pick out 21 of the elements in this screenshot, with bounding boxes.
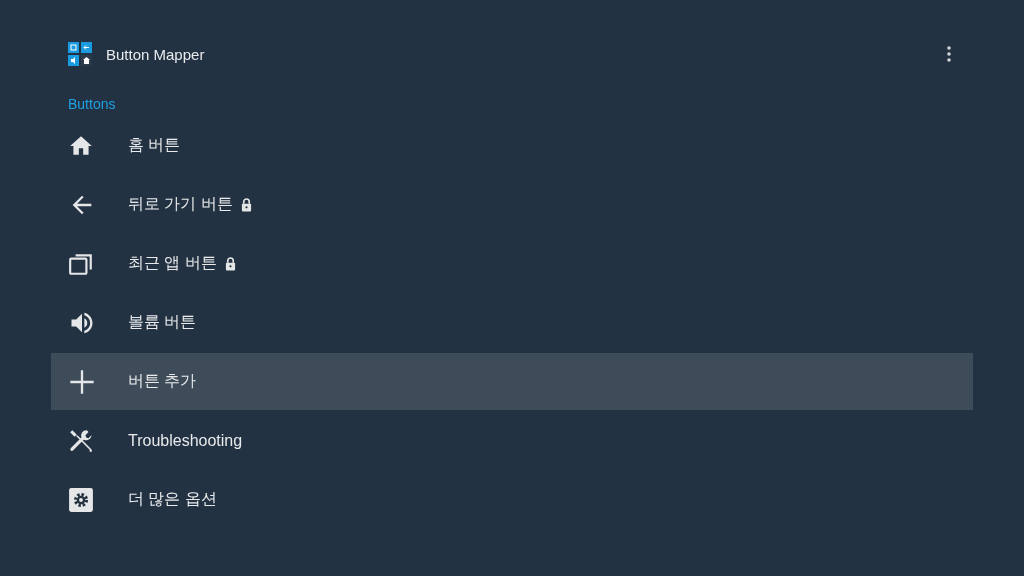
menu-item[interactable]: 볼륨 버튼 <box>51 294 973 351</box>
menu-item[interactable]: 홈 버튼 <box>51 117 973 174</box>
menu-item-label: 더 많은 옵션 <box>128 489 217 509</box>
menu-item[interactable]: 버튼 추가 <box>51 353 973 410</box>
menu-item[interactable]: 최근 앱 버튼 <box>51 235 973 292</box>
tools-icon <box>68 427 94 454</box>
app-title: Button Mapper <box>106 45 206 63</box>
menu-item-label: Troubleshooting <box>128 431 243 450</box>
settings-icon <box>68 486 94 513</box>
app-logo-icon <box>68 42 92 66</box>
menu-item-label: 홈 버튼 <box>128 135 181 155</box>
menu-item[interactable]: Troubleshooting <box>51 412 973 469</box>
menu-item[interactable]: 더 많은 옵션 <box>51 471 973 528</box>
menu-item-label: 볼륨 버튼 <box>128 312 197 332</box>
menu-item-label: 뒤로 가기 버튼 <box>128 194 233 214</box>
plus-icon <box>68 367 96 396</box>
menu-item[interactable]: 뒤로 가기 버튼 <box>51 176 973 233</box>
menu-item-label: 최근 앱 버튼 <box>128 253 217 273</box>
more-icon <box>947 46 951 62</box>
section-header: Buttons <box>67 96 117 112</box>
menu-item-label: 버튼 추가 <box>128 371 197 391</box>
